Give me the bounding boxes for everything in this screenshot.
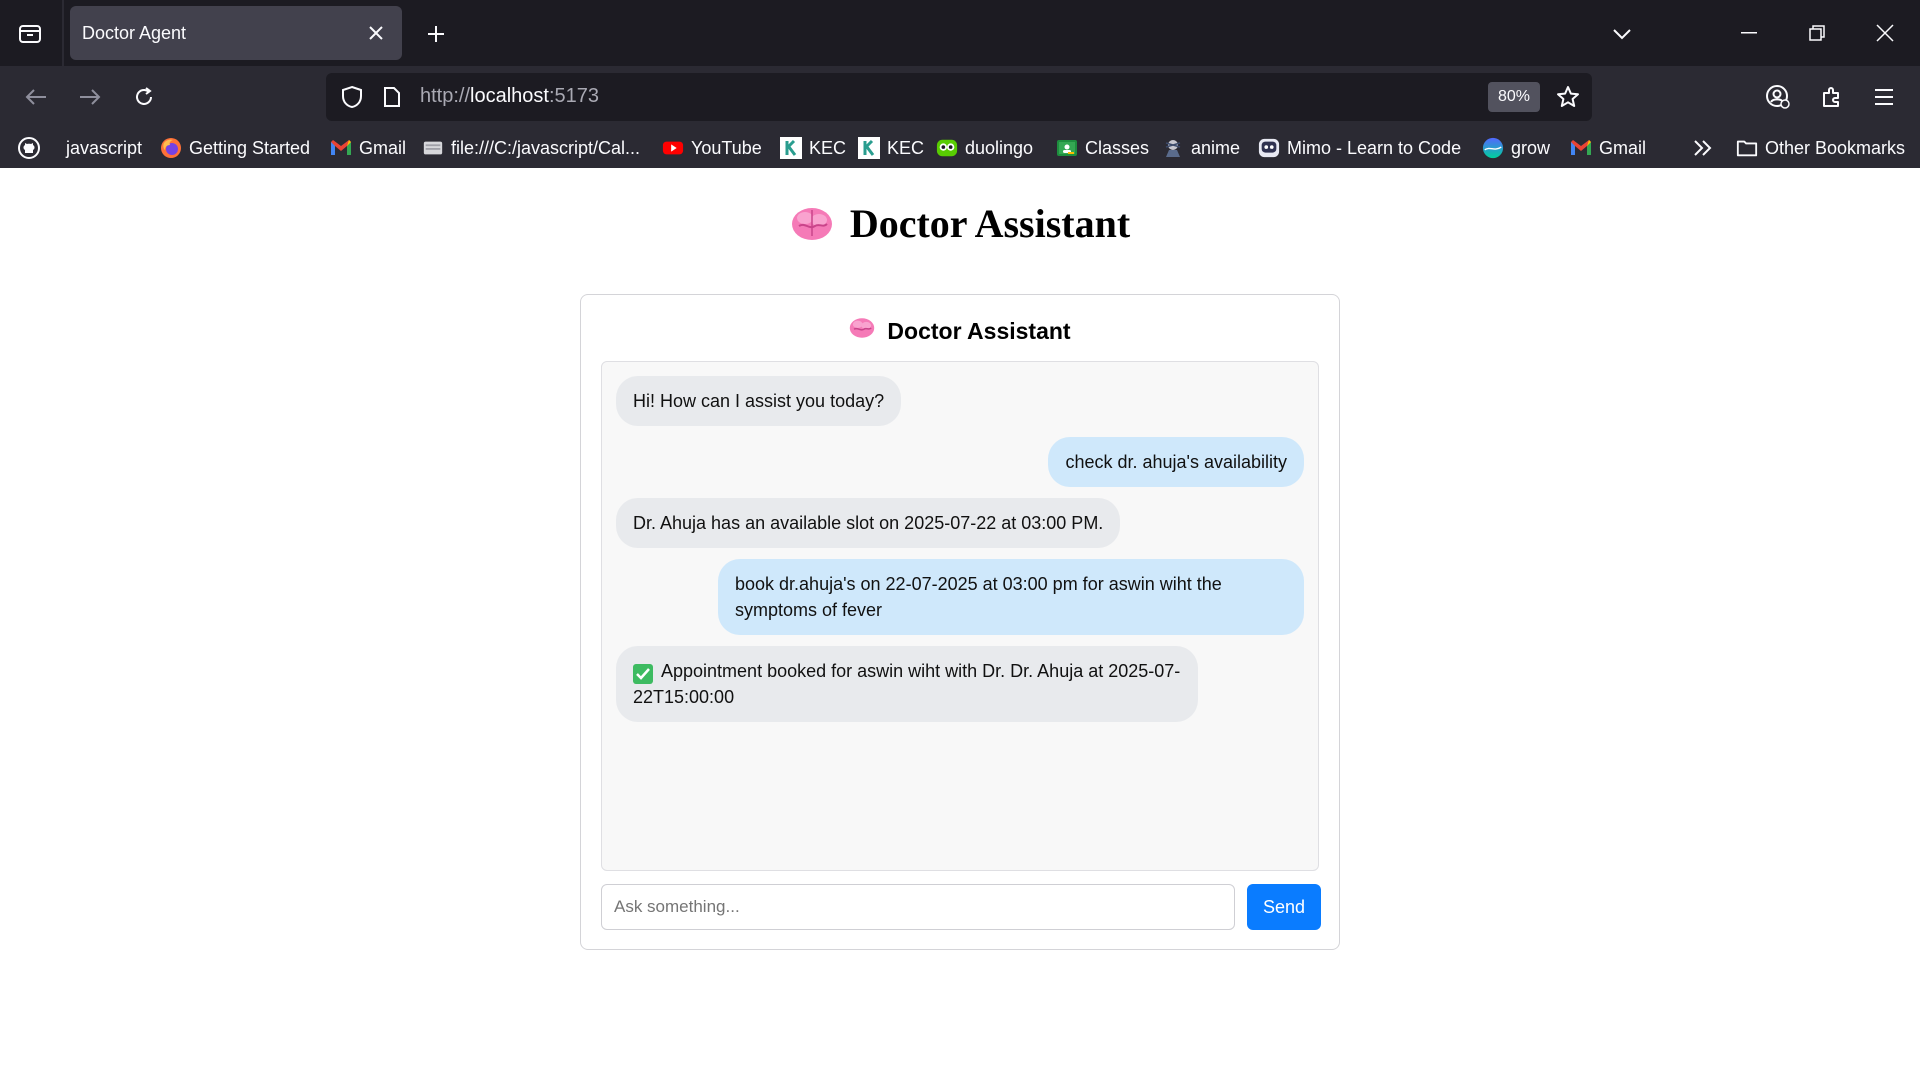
bookmark-classes[interactable]: Classes	[1056, 132, 1149, 164]
shield-icon[interactable]	[338, 83, 366, 111]
github-icon	[18, 137, 40, 159]
message-bot: Appointment booked for aswin wiht with D…	[616, 646, 1198, 722]
chat-card-title: Doctor Assistant	[581, 317, 1339, 345]
bookmark-gmail-2[interactable]: Gmail	[1570, 132, 1646, 164]
brain-icon	[790, 202, 834, 246]
bookmark-label: Classes	[1085, 137, 1150, 158]
zoom-level-badge[interactable]: 80%	[1488, 82, 1540, 112]
account-icon[interactable]	[1756, 75, 1800, 119]
menu-icon[interactable]	[1862, 75, 1906, 119]
tab-separator	[62, 0, 64, 66]
file-icon	[422, 137, 444, 159]
bookmark-label: duolingo	[965, 137, 1034, 158]
tab-list-icon[interactable]	[12, 18, 48, 50]
youtube-icon	[662, 137, 684, 159]
page-content: Doctor Assistant Doctor Assistant Hi! Ho…	[0, 168, 1920, 1080]
message-text: Appointment booked for aswin wiht with D…	[633, 661, 1181, 707]
message-bot: Hi! How can I assist you today?	[616, 376, 902, 426]
bookmark-kec-1[interactable]: KEC	[780, 132, 846, 164]
bookmark-grow[interactable]: grow	[1482, 132, 1550, 164]
bookmark-anime[interactable]: anime	[1162, 132, 1240, 164]
bookmark-label: KEC	[809, 137, 847, 158]
bookmark-youtube[interactable]: YouTube	[662, 132, 762, 164]
close-window-icon[interactable]	[1856, 10, 1914, 56]
forward-arrow-icon[interactable]	[68, 75, 112, 119]
bookmark-label: YouTube	[691, 137, 762, 158]
grow-icon	[1482, 137, 1504, 159]
message-bot: Dr. Ahuja has an available slot on 2025-…	[616, 498, 1121, 548]
chevrons-right-icon[interactable]	[1692, 132, 1714, 164]
message-list[interactable]: Hi! How can I assist you today? check dr…	[601, 361, 1319, 871]
close-tab-icon[interactable]	[362, 19, 390, 47]
gmail-icon	[330, 137, 352, 159]
bookmark-label: KEC	[887, 137, 925, 158]
message-text: Hi! How can I assist you today?	[633, 391, 885, 411]
bookmark-label: Mimo - Learn to Code	[1287, 137, 1462, 158]
tab-doctor-agent[interactable]: Doctor Agent	[70, 6, 402, 60]
mimo-icon	[1258, 137, 1280, 159]
bookmark-javascript[interactable]: javascript	[66, 132, 142, 164]
bookmark-getting-started[interactable]: Getting Started	[160, 132, 310, 164]
brain-icon	[849, 317, 875, 345]
url-port: :5173	[548, 85, 600, 107]
chat-input[interactable]	[601, 884, 1235, 930]
bookmark-label: javascript	[66, 137, 143, 158]
bookmark-file[interactable]: file:///C:/javascript/Cal...	[422, 132, 640, 164]
bookmark-label: file:///C:/javascript/Cal...	[451, 137, 641, 158]
bookmark-label: anime	[1191, 137, 1241, 158]
check-mark-icon	[633, 664, 653, 684]
gmail-icon	[1570, 137, 1592, 159]
other-bookmarks[interactable]: Other Bookmarks	[1736, 132, 1905, 164]
page-info-icon[interactable]	[380, 83, 404, 111]
tab-title: Doctor Agent	[82, 22, 187, 43]
other-bookmarks-label: Other Bookmarks	[1765, 137, 1906, 158]
bookmark-github[interactable]	[18, 132, 40, 164]
new-tab-icon[interactable]	[418, 16, 454, 52]
duolingo-icon	[936, 137, 958, 159]
bookmark-duolingo[interactable]: duolingo	[936, 132, 1033, 164]
message-text: check dr. ahuja's availability	[1065, 452, 1287, 472]
bookmark-label: grow	[1511, 137, 1551, 158]
bookmark-gmail[interactable]: Gmail	[330, 132, 406, 164]
chat-card: Doctor Assistant Hi! How can I assist yo…	[580, 294, 1340, 950]
classroom-icon	[1056, 137, 1078, 159]
url-text[interactable]: http://localhost:5173	[420, 85, 599, 108]
anime-icon	[1162, 137, 1184, 159]
kec-icon	[780, 137, 802, 159]
bookmark-mimo[interactable]: Mimo - Learn to Code	[1258, 132, 1461, 164]
star-icon[interactable]	[1552, 81, 1584, 113]
page-title: Doctor Assistant	[0, 200, 1920, 247]
send-button[interactable]: Send	[1247, 884, 1321, 930]
bookmark-kec-2[interactable]: KEC	[858, 132, 924, 164]
message-text: Dr. Ahuja has an available slot on 2025-…	[633, 513, 1104, 533]
bookmark-label: Gmail	[1599, 137, 1647, 158]
kec-icon	[858, 137, 880, 159]
tab-bar: Doctor Agent	[0, 0, 1920, 66]
message-user: book dr.ahuja's on 22-07-2025 at 03:00 p…	[718, 559, 1304, 635]
page-heading-text: Doctor Assistant	[849, 201, 1131, 246]
chevron-down-icon[interactable]	[1604, 16, 1640, 52]
chat-input-row: Send	[601, 884, 1321, 930]
bookmark-label: Gmail	[359, 137, 407, 158]
minimize-icon[interactable]	[1720, 10, 1778, 56]
bookmark-label: Getting Started	[189, 137, 311, 158]
message-user: check dr. ahuja's availability	[1048, 437, 1304, 487]
restore-icon[interactable]	[1788, 10, 1846, 56]
url-host: localhost	[470, 85, 549, 107]
navigation-toolbar: http://localhost:5173 80%	[0, 66, 1920, 128]
back-arrow-icon[interactable]	[14, 75, 58, 119]
url-bar[interactable]: http://localhost:5173 80%	[326, 73, 1592, 121]
reload-icon[interactable]	[122, 75, 166, 119]
firefox-icon	[160, 137, 182, 159]
extensions-icon[interactable]	[1810, 75, 1854, 119]
folder-icon	[1736, 137, 1758, 159]
message-text: book dr.ahuja's on 22-07-2025 at 03:00 p…	[735, 574, 1222, 620]
chat-card-title-text: Doctor Assistant	[887, 317, 1071, 344]
bookmarks-toolbar: javascript Getting Started Gmail file://…	[0, 128, 1920, 168]
url-prefix: http://	[420, 85, 471, 107]
